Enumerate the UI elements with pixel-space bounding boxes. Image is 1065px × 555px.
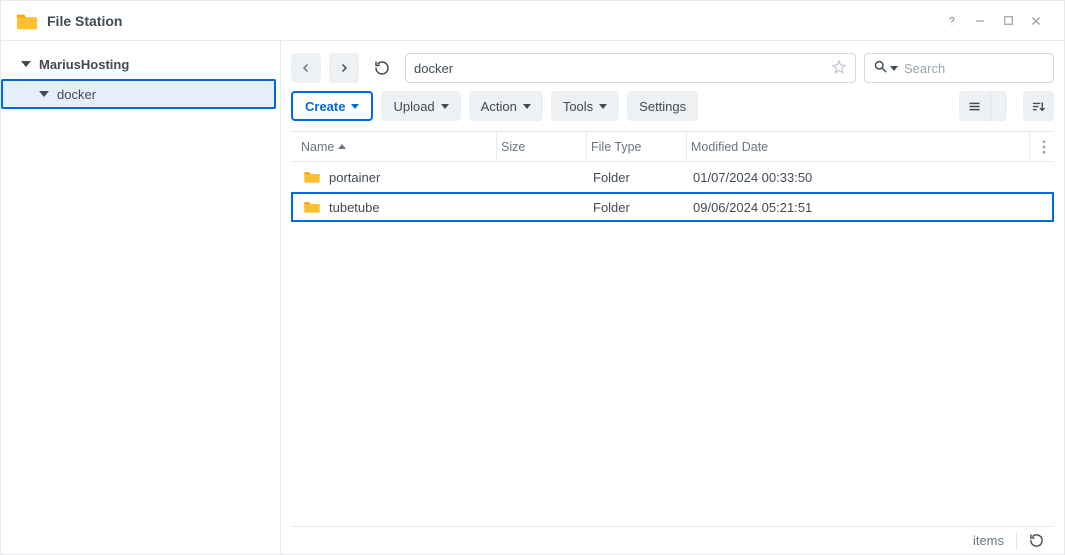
close-button[interactable] [1022, 7, 1050, 35]
maximize-button[interactable] [994, 7, 1022, 35]
nav-forward-button[interactable] [329, 53, 359, 83]
status-items: items [973, 533, 1004, 548]
col-options[interactable] [1030, 132, 1054, 161]
col-size[interactable]: Size [497, 132, 587, 161]
file-name: tubetube [329, 200, 380, 215]
window-title: File Station [47, 13, 122, 29]
nav-back-button[interactable] [291, 53, 321, 83]
tree-root-label: MariusHosting [39, 57, 274, 72]
upload-label: Upload [393, 99, 434, 114]
sort-button[interactable] [1023, 91, 1054, 121]
refresh-button[interactable] [367, 53, 397, 83]
caret-down-icon [523, 104, 531, 109]
main-pane: docker Create [281, 41, 1064, 554]
search-input[interactable] [904, 61, 1065, 76]
settings-label: Settings [639, 99, 686, 114]
caret-down-icon [599, 104, 607, 109]
tree-root[interactable]: MariusHosting [1, 49, 276, 79]
cell-name: tubetube [299, 194, 499, 220]
cell-filetype: Folder [589, 194, 689, 220]
tree-item[interactable]: docker [1, 79, 276, 109]
view-list-button[interactable] [959, 91, 990, 121]
caret-down-icon [351, 104, 359, 109]
file-table: Name Size File Type Modified Date portai… [291, 131, 1054, 526]
create-button[interactable]: Create [291, 91, 373, 121]
cell-modified: 09/06/2024 05:21:51 [689, 194, 1028, 220]
tree-item-label: docker [57, 87, 274, 102]
cell-modified: 01/07/2024 00:33:50 [689, 164, 1028, 190]
folder-tree: MariusHosting docker [1, 41, 281, 554]
upload-button[interactable]: Upload [381, 91, 460, 121]
help-button[interactable] [938, 7, 966, 35]
search-box[interactable] [864, 53, 1054, 83]
cell-name: portainer [299, 164, 499, 190]
folder-icon [303, 200, 321, 214]
search-icon [873, 59, 888, 77]
view-dropdown-button[interactable] [990, 91, 1007, 121]
minimize-button[interactable] [966, 7, 994, 35]
app-window: File Station MariusHosting docker [0, 0, 1065, 555]
settings-button[interactable]: Settings [627, 91, 698, 121]
cell-size [499, 164, 589, 190]
table-row[interactable]: tubetube Folder09/06/2024 05:21:51 [291, 192, 1054, 222]
col-filetype[interactable]: File Type [587, 132, 687, 161]
favorite-icon[interactable] [831, 59, 847, 78]
table-header: Name Size File Type Modified Date [291, 132, 1054, 162]
action-label: Action [481, 99, 517, 114]
tools-label: Tools [563, 99, 593, 114]
status-bar: items [291, 526, 1054, 554]
create-label: Create [305, 99, 345, 114]
caret-down-icon [890, 66, 898, 71]
caret-down-icon [21, 61, 31, 67]
path-text: docker [414, 61, 453, 76]
sort-asc-icon [338, 144, 346, 149]
tools-button[interactable]: Tools [551, 91, 619, 121]
titlebar: File Station [1, 1, 1064, 41]
file-name: portainer [329, 170, 380, 185]
col-name[interactable]: Name [297, 132, 497, 161]
path-input[interactable]: docker [405, 53, 856, 83]
cell-size [499, 194, 589, 220]
col-modified[interactable]: Modified Date [687, 132, 1030, 161]
table-row[interactable]: portainer Folder01/07/2024 00:33:50 [291, 162, 1054, 192]
folder-icon [303, 170, 321, 184]
caret-down-icon [39, 91, 49, 97]
cell-filetype: Folder [589, 164, 689, 190]
app-icon [15, 9, 39, 33]
status-refresh-button[interactable] [1029, 533, 1044, 548]
action-button[interactable]: Action [469, 91, 543, 121]
caret-down-icon [441, 104, 449, 109]
